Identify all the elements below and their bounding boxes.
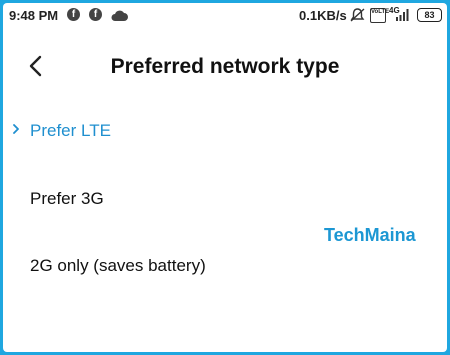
status-time: 9:48 PM: [9, 8, 59, 23]
option-2g-only[interactable]: 2G only (saves battery): [3, 248, 447, 284]
page-header: Preferred network type: [3, 43, 447, 91]
option-prefer-lte[interactable]: Prefer LTE: [3, 113, 447, 149]
signal-icon: [395, 9, 409, 24]
cloud-icon: [111, 9, 128, 24]
selected-chevron-icon: [12, 121, 22, 137]
battery-indicator: 83: [417, 8, 442, 22]
option-label: 2G only (saves battery): [30, 256, 206, 275]
facebook-icon: f: [67, 8, 80, 21]
screen-frame: 9:48 PM f f 0.1KB/s VoLTE 4G 83 Preferre…: [3, 3, 447, 352]
net-speed: 0.1KB/s: [299, 8, 347, 23]
mute-alarm-icon: [350, 8, 365, 25]
watermark-logo: TechMaina: [324, 225, 416, 245]
status-bar: 9:48 PM f f 0.1KB/s VoLTE 4G 83: [3, 3, 447, 27]
option-prefer-3g[interactable]: Prefer 3G: [3, 181, 447, 217]
option-label: Prefer 3G: [30, 189, 104, 208]
volte-badge: VoLTE: [370, 8, 389, 23]
page-title: Preferred network type: [110, 55, 340, 78]
facebook-icon: f: [89, 8, 102, 21]
option-label: Prefer LTE: [30, 121, 111, 140]
